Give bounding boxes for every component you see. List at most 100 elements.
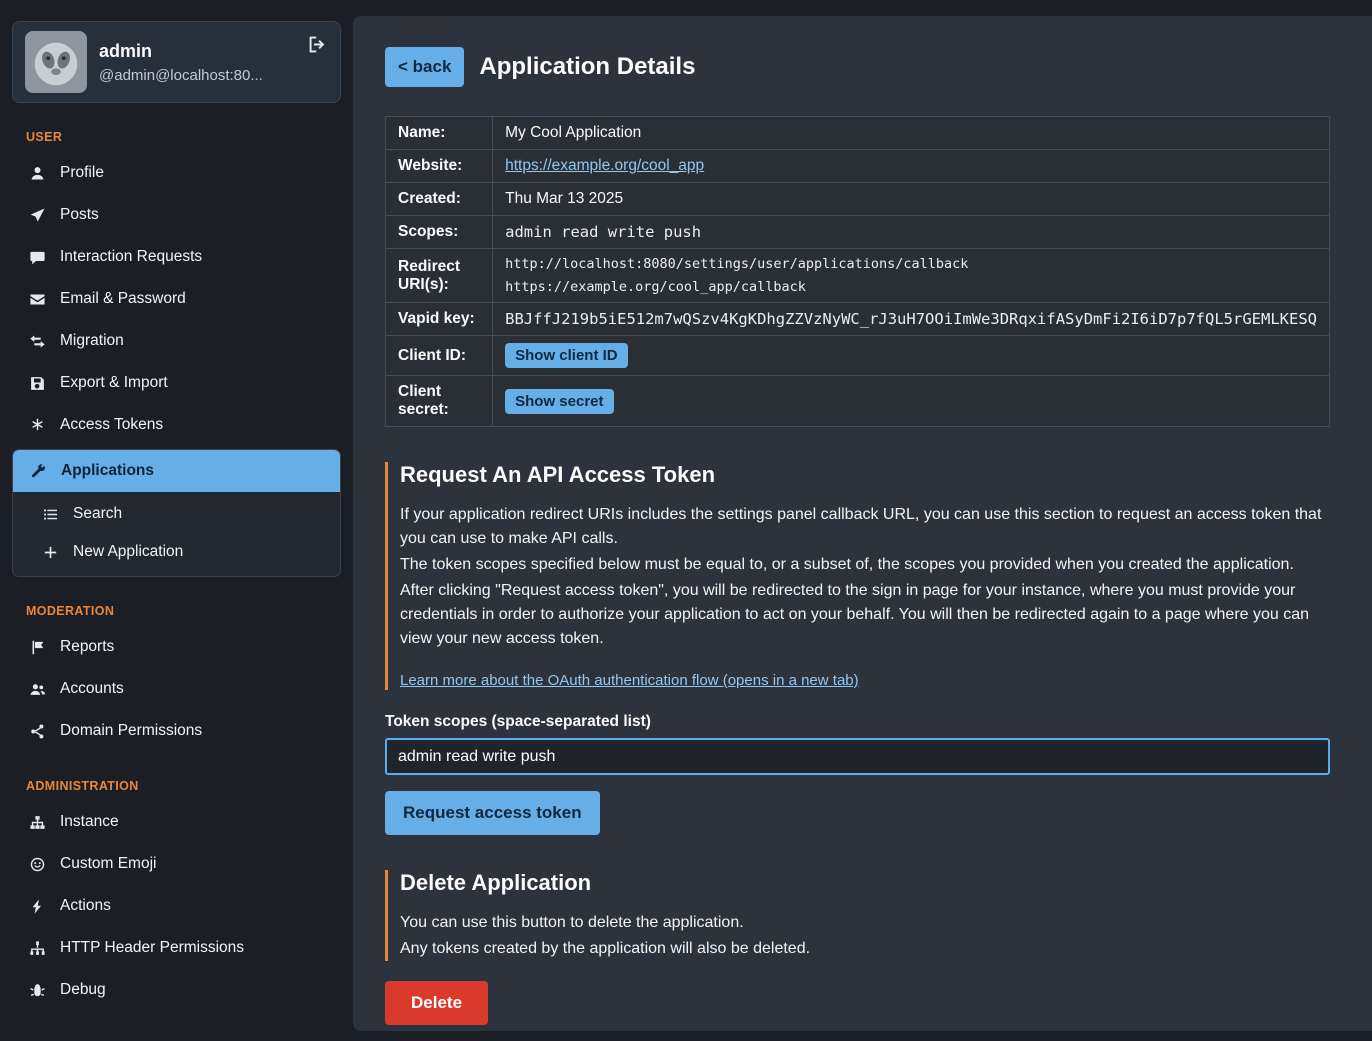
user-card[interactable]: admin @admin@localhost:80... <box>12 21 341 103</box>
sidebar-item-label: Instance <box>60 813 119 831</box>
app-root: admin @admin@localhost:80... USER Profil… <box>0 0 1372 1041</box>
delete-info-2: Any tokens created by the application wi… <box>400 937 1330 961</box>
delete-application-section: Delete Application You can use this butt… <box>385 870 1330 961</box>
sidebar-item-actions[interactable]: Actions <box>12 885 341 927</box>
request-token-info-1: If your application redirect URIs includ… <box>400 503 1330 551</box>
applications-submenu: Search New Application <box>13 492 340 576</box>
sidebar-section-moderation: MODERATION <box>26 604 341 618</box>
sidebar-item-label: Accounts <box>60 680 124 698</box>
sidebar-item-label: Actions <box>60 897 111 915</box>
sidebar-item-debug[interactable]: Debug <box>12 969 341 1011</box>
comment-icon <box>28 249 46 266</box>
row-label: Client secret: <box>386 376 493 427</box>
sidebar: admin @admin@localhost:80... USER Profil… <box>0 0 353 1041</box>
sidebar-item-instance[interactable]: Instance <box>12 801 341 843</box>
sidebar-nav: USER Profile Posts Interaction Requests … <box>12 130 341 1011</box>
sidebar-item-label: Posts <box>60 206 99 224</box>
delete-button[interactable]: Delete <box>385 981 488 1025</box>
scopes-value: admin read write push <box>493 216 1330 249</box>
request-token-info-2: The token scopes specified below must be… <box>400 553 1330 577</box>
bug-icon <box>28 982 46 999</box>
redirect-uri-2: https://example.org/cool_app/callback <box>505 279 1317 295</box>
token-scopes-label: Token scopes (space-separated list) <box>385 713 1330 731</box>
sidebar-item-interaction-requests[interactable]: Interaction Requests <box>12 236 341 278</box>
sidebar-section-administration: ADMINISTRATION <box>26 779 341 793</box>
list-icon <box>41 506 59 523</box>
sidebar-item-posts[interactable]: Posts <box>12 194 341 236</box>
sidebar-item-label: Reports <box>60 638 114 656</box>
main-area: < back Application Details Name: My Cool… <box>353 0 1372 1041</box>
sidebar-item-label: Applications <box>61 462 154 480</box>
smiley-icon <box>28 856 46 873</box>
sidebar-item-migration[interactable]: Migration <box>12 320 341 362</box>
detail-row-client-secret: Client secret: Show secret <box>386 376 1330 427</box>
redirect-uri-1: http://localhost:8080/settings/user/appl… <box>505 256 1317 272</box>
page-header: < back Application Details <box>385 47 1330 87</box>
sidebar-item-export-import[interactable]: Export & Import <box>12 362 341 404</box>
detail-row-created: Created: Thu Mar 13 2025 <box>386 183 1330 216</box>
sidebar-item-label: Domain Permissions <box>60 722 202 740</box>
sidebar-item-label: Custom Emoji <box>60 855 156 873</box>
certificate-icon <box>28 417 46 434</box>
page-title: Application Details <box>479 53 695 81</box>
applications-block: Applications Search New Application <box>12 449 341 577</box>
logout-icon <box>306 34 328 55</box>
detail-row-scopes: Scopes: admin read write push <box>386 216 1330 249</box>
tools-icon <box>29 463 47 480</box>
sidebar-section-user: USER <box>26 130 341 144</box>
delete-application-heading: Delete Application <box>400 870 1330 896</box>
detail-row-client-id: Client ID: Show client ID <box>386 336 1330 376</box>
network-icon <box>28 940 46 957</box>
show-client-id-button[interactable]: Show client ID <box>505 343 628 368</box>
website-link[interactable]: https://example.org/cool_app <box>505 157 704 174</box>
sidebar-item-domain-permissions[interactable]: Domain Permissions <box>12 710 341 752</box>
back-button[interactable]: < back <box>385 47 464 87</box>
sidebar-item-accounts[interactable]: Accounts <box>12 668 341 710</box>
sidebar-item-label: Interaction Requests <box>60 248 202 266</box>
sidebar-item-label: Search <box>73 505 122 523</box>
sidebar-item-email-password[interactable]: Email & Password <box>12 278 341 320</box>
plus-icon <box>41 544 59 561</box>
row-label: Created: <box>386 183 493 216</box>
sidebar-item-reports[interactable]: Reports <box>12 626 341 668</box>
request-token-info-3: After clicking "Request access token", y… <box>400 579 1330 651</box>
detail-row-name: Name: My Cool Application <box>386 117 1330 150</box>
sidebar-item-label: New Application <box>73 543 183 561</box>
sidebar-item-applications-search[interactable]: Search <box>29 495 340 533</box>
request-access-token-button[interactable]: Request access token <box>385 791 600 835</box>
sidebar-item-profile[interactable]: Profile <box>12 152 341 194</box>
request-token-heading: Request An API Access Token <box>400 462 1330 488</box>
oauth-docs-link[interactable]: Learn more about the OAuth authenticatio… <box>400 672 859 689</box>
bolt-icon <box>28 898 46 915</box>
token-scopes-input[interactable] <box>385 738 1330 775</box>
flag-icon <box>28 639 46 656</box>
envelope-icon <box>28 291 46 308</box>
sidebar-item-http-header-permissions[interactable]: HTTP Header Permissions <box>12 927 341 969</box>
sidebar-item-label: Export & Import <box>60 374 168 392</box>
detail-row-vapid-key: Vapid key: BBJffJ219b5iE512m7wQSzv4KgKDh… <box>386 303 1330 336</box>
created-value: Thu Mar 13 2025 <box>493 183 1330 216</box>
vapid-key-value: BBJffJ219b5iE512m7wQSzv4KgKDhgZZVzNyWC_r… <box>493 303 1330 336</box>
sidebar-item-access-tokens[interactable]: Access Tokens <box>12 404 341 446</box>
row-label: Client ID: <box>386 336 493 376</box>
sidebar-item-label: HTTP Header Permissions <box>60 939 244 957</box>
detail-row-website: Website: https://example.org/cool_app <box>386 150 1330 183</box>
user-name: admin <box>99 41 263 62</box>
sidebar-item-label: Access Tokens <box>60 416 163 434</box>
show-secret-button[interactable]: Show secret <box>505 389 613 414</box>
sidebar-item-new-application[interactable]: New Application <box>29 533 340 571</box>
sidebar-item-custom-emoji[interactable]: Custom Emoji <box>12 843 341 885</box>
logout-button[interactable] <box>306 34 328 55</box>
share-nodes-icon <box>28 723 46 740</box>
arrows-left-right-icon <box>28 333 46 350</box>
detail-row-redirect-uris: Redirect URI(s): http://localhost:8080/s… <box>386 249 1330 303</box>
delete-info-1: You can use this button to delete the ap… <box>400 911 1330 935</box>
user-icon <box>28 165 46 182</box>
sidebar-item-label: Email & Password <box>60 290 186 308</box>
user-info: admin @admin@localhost:80... <box>99 41 263 84</box>
row-label: Redirect URI(s): <box>386 249 493 303</box>
row-label: Vapid key: <box>386 303 493 336</box>
paper-plane-icon <box>28 207 46 224</box>
row-label: Name: <box>386 117 493 150</box>
sidebar-item-applications[interactable]: Applications <box>13 450 340 492</box>
